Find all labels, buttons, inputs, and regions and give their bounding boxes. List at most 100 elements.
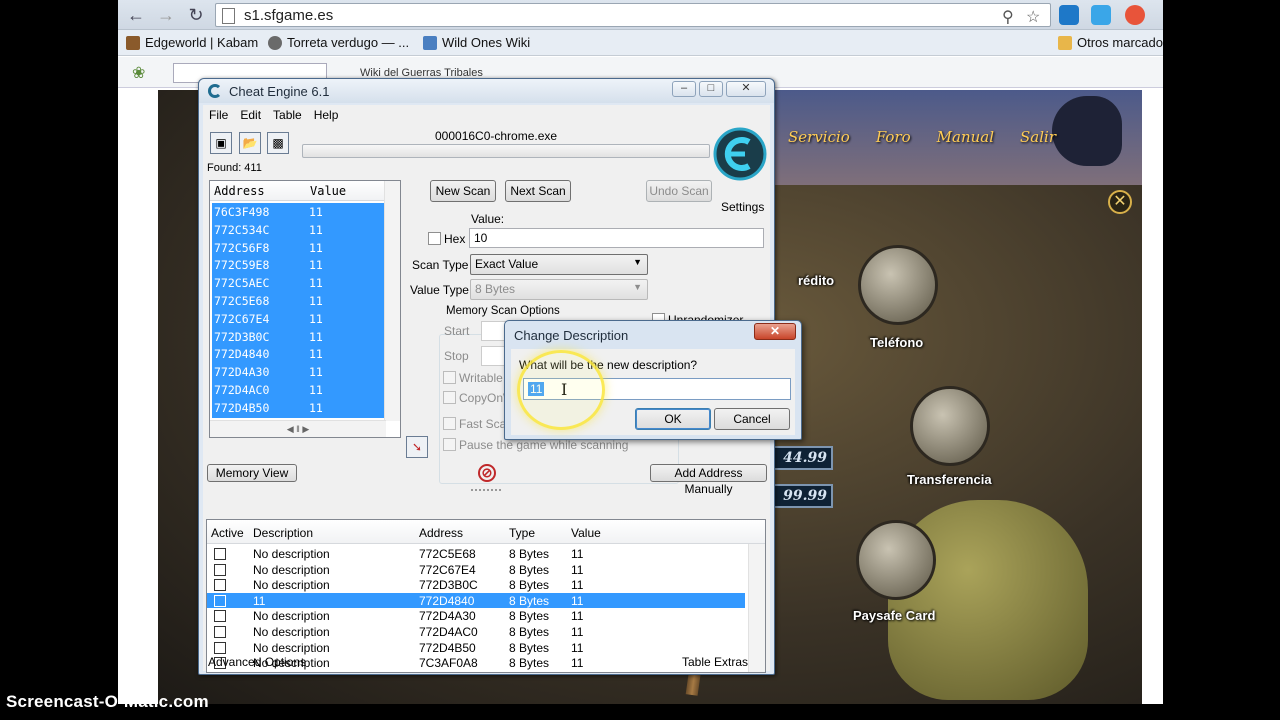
undo-scan-button[interactable]: Undo Scan bbox=[646, 180, 712, 202]
close-button[interactable]: ✕ bbox=[726, 81, 766, 97]
cell-description: 11 bbox=[253, 593, 266, 608]
stop-icon[interactable]: ⊘ bbox=[478, 464, 496, 482]
table-row[interactable]: No description 772D4AC0 8 Bytes 11 bbox=[207, 624, 745, 640]
cheat-engine-logo[interactable] bbox=[713, 127, 767, 181]
paysafe-item[interactable] bbox=[856, 520, 936, 600]
results-address-header[interactable]: Address bbox=[214, 184, 265, 198]
table-extras-link[interactable]: Table Extras bbox=[682, 655, 748, 669]
active-checkbox[interactable] bbox=[214, 579, 226, 592]
extension-icon[interactable] bbox=[1059, 5, 1079, 25]
table-row[interactable]: No description 772C67E4 8 Bytes 11 bbox=[207, 562, 745, 578]
active-checkbox[interactable] bbox=[214, 594, 226, 607]
ok-button[interactable]: OK bbox=[635, 408, 711, 430]
address-bar[interactable]: s1.sfgame.es ⚲ ☆ bbox=[215, 3, 1051, 27]
game-nav-manual[interactable]: Manual bbox=[937, 128, 994, 146]
bookmark-wild-ones[interactable]: Wild Ones Wiki bbox=[423, 35, 530, 50]
results-row[interactable]: 772D4A30 11 bbox=[212, 363, 384, 381]
results-row[interactable]: 772C59E8 11 bbox=[212, 256, 384, 274]
active-checkbox[interactable] bbox=[214, 548, 226, 560]
next-scan-button[interactable]: Next Scan bbox=[505, 180, 571, 202]
telefono-label: Teléfono bbox=[870, 335, 924, 350]
results-row[interactable]: 772C56F8 11 bbox=[212, 239, 384, 257]
bookmark-label: Edgeworld | Kabam bbox=[145, 35, 259, 50]
result-value: 11 bbox=[309, 293, 323, 308]
result-address: 772D4A30 bbox=[214, 365, 270, 380]
search-icon[interactable]: ⚲ bbox=[1002, 7, 1014, 27]
col-value[interactable]: Value bbox=[571, 526, 601, 540]
results-row[interactable]: 772C5E68 11 bbox=[212, 292, 384, 310]
ce-menubar: File Edit Table Help bbox=[203, 105, 770, 125]
settings-link[interactable]: Settings bbox=[721, 200, 764, 214]
table-row[interactable]: 11 772D4840 8 Bytes 11 bbox=[207, 592, 745, 609]
forward-icon[interactable]: → bbox=[154, 4, 178, 26]
game-nav-salir[interactable]: Salir bbox=[1020, 128, 1056, 146]
game-nav-foro[interactable]: Foro bbox=[876, 128, 911, 146]
game-nav: Servicio Foro Manual Salir bbox=[788, 128, 1056, 146]
transferencia-item[interactable] bbox=[910, 386, 990, 466]
fast-scan-checkbox[interactable] bbox=[443, 417, 456, 430]
dialog-close-button[interactable]: ✕ bbox=[754, 323, 796, 340]
other-bookmarks[interactable]: Otros marcado bbox=[1058, 35, 1163, 50]
save-icon[interactable]: ▩ bbox=[267, 132, 289, 154]
minimize-button[interactable]: – bbox=[672, 81, 696, 97]
new-scan-button[interactable]: New Scan bbox=[430, 180, 496, 202]
active-checkbox[interactable] bbox=[214, 626, 226, 638]
copy-on-write-checkbox[interactable] bbox=[443, 391, 456, 404]
cell-address: 772D4840 bbox=[419, 593, 475, 608]
add-to-list-arrow-icon[interactable]: ➘ bbox=[406, 436, 428, 458]
ce-titlebar[interactable]: Cheat Engine 6.1 – □ ✕ bbox=[199, 79, 774, 103]
opera-icon[interactable] bbox=[1125, 5, 1145, 25]
menu-help[interactable]: Help bbox=[308, 105, 345, 125]
results-row[interactable]: 76C3F498 11 bbox=[212, 203, 384, 221]
address-table[interactable]: Active Description Address Type Value No… bbox=[206, 519, 766, 673]
bookmark-edgeworld[interactable]: Edgeworld | Kabam bbox=[126, 35, 258, 50]
value-input[interactable]: 10 bbox=[469, 228, 764, 248]
game-nav-servicio[interactable]: Servicio bbox=[788, 128, 850, 146]
results-row[interactable]: 772C5AEC 11 bbox=[212, 274, 384, 292]
results-row[interactable]: 772C67E4 11 bbox=[212, 310, 384, 328]
col-type[interactable]: Type bbox=[509, 526, 535, 540]
table-row[interactable]: No description 772D4A30 8 Bytes 11 bbox=[207, 608, 745, 624]
menu-table[interactable]: Table bbox=[267, 105, 308, 125]
reload-icon[interactable]: ↻ bbox=[184, 4, 208, 26]
menu-file[interactable]: File bbox=[203, 105, 234, 125]
game-close-icon[interactable]: ✕ bbox=[1108, 190, 1132, 214]
col-description[interactable]: Description bbox=[253, 526, 313, 540]
scan-type-select[interactable]: Exact Value ▼ bbox=[470, 254, 648, 275]
splitter[interactable] bbox=[471, 489, 501, 493]
open-process-icon[interactable]: ▣ bbox=[210, 132, 232, 154]
star-icon[interactable]: ☆ bbox=[1026, 7, 1040, 27]
menu-edit[interactable]: Edit bbox=[234, 105, 267, 125]
bookmark-torreta[interactable]: Torreta verdugo — ... bbox=[268, 35, 409, 50]
active-checkbox[interactable] bbox=[214, 563, 226, 576]
active-checkbox[interactable] bbox=[214, 610, 226, 623]
results-scrollbar[interactable] bbox=[384, 181, 400, 421]
writable-checkbox[interactable] bbox=[443, 371, 456, 384]
memory-view-button[interactable]: Memory View bbox=[207, 464, 297, 482]
advanced-options-link[interactable]: Advanced Options bbox=[208, 655, 306, 669]
col-address[interactable]: Address bbox=[419, 526, 463, 540]
skype-icon[interactable] bbox=[1091, 5, 1111, 25]
results-row[interactable]: 772C534C 11 bbox=[212, 221, 384, 239]
pause-checkbox[interactable] bbox=[443, 438, 456, 451]
hex-checkbox[interactable] bbox=[428, 232, 441, 245]
results-hscrollbar[interactable]: ◀ ‖ ▶ bbox=[210, 420, 386, 437]
table-row[interactable]: No description 772D3B0C 8 Bytes 11 bbox=[207, 577, 745, 593]
results-value-header[interactable]: Value bbox=[310, 184, 346, 198]
add-address-manually-button[interactable]: Add Address Manually bbox=[650, 464, 767, 496]
maximize-button[interactable]: □ bbox=[699, 81, 723, 97]
value-type-select[interactable]: 8 Bytes ▼ bbox=[470, 279, 648, 300]
telefono-item[interactable] bbox=[858, 245, 938, 325]
results-row[interactable]: 772D4AC0 11 bbox=[212, 381, 384, 399]
back-icon[interactable]: ← bbox=[124, 4, 148, 26]
table-row[interactable]: No description 772C5E68 8 Bytes 11 bbox=[207, 546, 745, 562]
open-folder-icon[interactable]: 📂 bbox=[239, 132, 261, 154]
results-row[interactable]: 772D4B50 11 bbox=[212, 399, 384, 417]
col-active[interactable]: Active bbox=[211, 526, 244, 540]
cell-type: 8 Bytes bbox=[509, 593, 550, 608]
results-row[interactable]: 772D4840 11 bbox=[212, 345, 384, 363]
scan-results-list[interactable]: Address Value 76C3F498 11 772C534C 11 772C56… bbox=[209, 180, 401, 438]
results-row[interactable]: 772D3B0C 11 bbox=[212, 328, 384, 346]
leaf-icon[interactable]: ❀ bbox=[132, 63, 145, 83]
cancel-button[interactable]: Cancel bbox=[714, 408, 790, 430]
